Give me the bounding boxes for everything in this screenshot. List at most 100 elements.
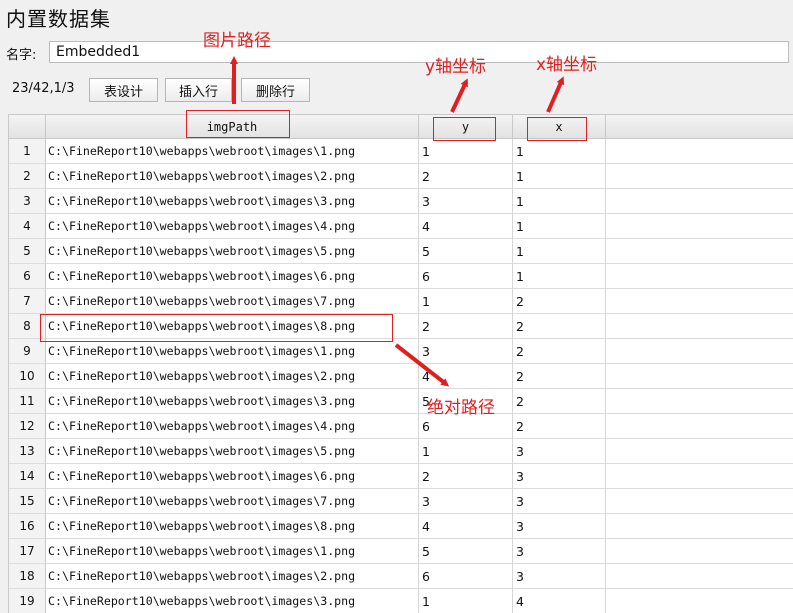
table-row[interactable]: 13 C:\FineReport10\webapps\webroot\images… [9, 439, 793, 464]
cell-imgpath[interactable]: C:\FineReport10\webapps\webroot\images\3… [46, 389, 419, 414]
cell-x[interactable]: 2 [513, 339, 606, 364]
row-number: 17 [9, 539, 46, 564]
cell-y[interactable]: 2 [419, 314, 513, 339]
table-row[interactable]: 10 C:\FineReport10\webapps\webroot\images… [9, 364, 793, 389]
cell-y[interactable]: 2 [419, 464, 513, 489]
table-row[interactable]: 18 C:\FineReport10\webapps\webroot\images… [9, 564, 793, 589]
insert-row-button[interactable]: 插入行 [165, 78, 232, 102]
table-row[interactable]: 2 C:\FineReport10\webapps\webroot\images\… [9, 164, 793, 189]
cell-x[interactable]: 3 [513, 439, 606, 464]
cell-x[interactable]: 3 [513, 489, 606, 514]
row-number: 6 [9, 264, 46, 289]
cell-imgpath[interactable]: C:\FineReport10\webapps\webroot\images\3… [46, 589, 419, 613]
cell-x[interactable]: 3 [513, 514, 606, 539]
cell-y[interactable]: 4 [419, 514, 513, 539]
row-number: 4 [9, 214, 46, 239]
cell-imgpath[interactable]: C:\FineReport10\webapps\webroot\images\6… [46, 464, 419, 489]
empty-cell [606, 539, 793, 564]
table-row[interactable]: 15 C:\FineReport10\webapps\webroot\images… [9, 489, 793, 514]
cell-x[interactable]: 2 [513, 289, 606, 314]
table-row[interactable]: 12 C:\FineReport10\webapps\webroot\images… [9, 414, 793, 439]
column-header-imgpath[interactable]: imgPath [46, 115, 419, 139]
table-row[interactable]: 14 C:\FineReport10\webapps\webroot\images… [9, 464, 793, 489]
cell-x[interactable]: 1 [513, 264, 606, 289]
cell-x[interactable]: 3 [513, 464, 606, 489]
table-row[interactable]: 11 C:\FineReport10\webapps\webroot\images… [9, 389, 793, 414]
cell-imgpath[interactable]: C:\FineReport10\webapps\webroot\images\1… [46, 339, 419, 364]
empty-cell [606, 339, 793, 364]
table-row[interactable]: 5 C:\FineReport10\webapps\webroot\images\… [9, 239, 793, 264]
delete-row-button[interactable]: 删除行 [241, 78, 310, 102]
cell-x[interactable]: 2 [513, 314, 606, 339]
table-row[interactable]: 3 C:\FineReport10\webapps\webroot\images\… [9, 189, 793, 214]
cell-y[interactable]: 5 [419, 539, 513, 564]
table-row[interactable]: 7 C:\FineReport10\webapps\webroot\images\… [9, 289, 793, 314]
empty-cell [606, 564, 793, 589]
table-row[interactable]: 8 C:\FineReport10\webapps\webroot\images\… [9, 314, 793, 339]
cell-y[interactable]: 3 [419, 339, 513, 364]
cell-imgpath[interactable]: C:\FineReport10\webapps\webroot\images\8… [46, 314, 419, 339]
row-number: 15 [9, 489, 46, 514]
cell-x[interactable]: 4 [513, 589, 606, 613]
table-row[interactable]: 9 C:\FineReport10\webapps\webroot\images\… [9, 339, 793, 364]
cell-x[interactable]: 1 [513, 189, 606, 214]
cell-y[interactable]: 1 [419, 439, 513, 464]
cell-imgpath[interactable]: C:\FineReport10\webapps\webroot\images\2… [46, 164, 419, 189]
table-row[interactable]: 17 C:\FineReport10\webapps\webroot\images… [9, 539, 793, 564]
cell-x[interactable]: 1 [513, 139, 606, 164]
empty-header [606, 115, 793, 139]
cell-imgpath[interactable]: C:\FineReport10\webapps\webroot\images\1… [46, 539, 419, 564]
name-input[interactable] [49, 41, 789, 63]
cell-y[interactable]: 6 [419, 264, 513, 289]
table-row[interactable]: 6 C:\FineReport10\webapps\webroot\images\… [9, 264, 793, 289]
cell-y[interactable]: 6 [419, 564, 513, 589]
cell-x[interactable]: 1 [513, 214, 606, 239]
cell-y[interactable]: 3 [419, 489, 513, 514]
cell-x[interactable]: 2 [513, 389, 606, 414]
table-row[interactable]: 4 C:\FineReport10\webapps\webroot\images\… [9, 214, 793, 239]
cell-imgpath[interactable]: C:\FineReport10\webapps\webroot\images\2… [46, 364, 419, 389]
cell-x[interactable]: 2 [513, 364, 606, 389]
cell-imgpath[interactable]: C:\FineReport10\webapps\webroot\images\5… [46, 439, 419, 464]
empty-cell [606, 214, 793, 239]
empty-cell [606, 389, 793, 414]
cell-x[interactable]: 2 [513, 414, 606, 439]
cell-x[interactable]: 1 [513, 164, 606, 189]
cell-x[interactable]: 3 [513, 539, 606, 564]
cell-y[interactable]: 1 [419, 589, 513, 613]
table-row[interactable]: 1 C:\FineReport10\webapps\webroot\images\… [9, 139, 793, 164]
arrow-to-x [546, 76, 565, 113]
empty-cell [606, 189, 793, 214]
empty-cell [606, 139, 793, 164]
table-row[interactable]: 16 C:\FineReport10\webapps\webroot\images… [9, 514, 793, 539]
cell-x[interactable]: 1 [513, 239, 606, 264]
cell-imgpath[interactable]: C:\FineReport10\webapps\webroot\images\4… [46, 414, 419, 439]
table-design-button[interactable]: 表设计 [89, 78, 158, 102]
cell-imgpath[interactable]: C:\FineReport10\webapps\webroot\images\7… [46, 489, 419, 514]
column-header-y[interactable]: y [419, 115, 513, 139]
cell-y[interactable]: 1 [419, 289, 513, 314]
arrow-to-y [450, 78, 468, 113]
cell-imgpath[interactable]: C:\FineReport10\webapps\webroot\images\2… [46, 564, 419, 589]
row-number: 12 [9, 414, 46, 439]
cell-x[interactable]: 3 [513, 564, 606, 589]
row-number: 5 [9, 239, 46, 264]
row-number: 14 [9, 464, 46, 489]
row-number: 10 [9, 364, 46, 389]
cell-imgpath[interactable]: C:\FineReport10\webapps\webroot\images\1… [46, 139, 419, 164]
cell-y[interactable]: 3 [419, 189, 513, 214]
cell-imgpath[interactable]: C:\FineReport10\webapps\webroot\images\3… [46, 189, 419, 214]
cell-y[interactable]: 5 [419, 239, 513, 264]
cell-imgpath[interactable]: C:\FineReport10\webapps\webroot\images\7… [46, 289, 419, 314]
cell-y[interactable]: 4 [419, 214, 513, 239]
cell-y[interactable]: 2 [419, 164, 513, 189]
cell-imgpath[interactable]: C:\FineReport10\webapps\webroot\images\8… [46, 514, 419, 539]
cell-y[interactable]: 1 [419, 139, 513, 164]
cell-y[interactable]: 4 [419, 364, 513, 389]
table-row[interactable]: 19 C:\FineReport10\webapps\webroot\images… [9, 589, 793, 613]
annotation-absolute-path: 绝对路径 [427, 398, 495, 418]
cell-imgpath[interactable]: C:\FineReport10\webapps\webroot\images\4… [46, 214, 419, 239]
column-header-x[interactable]: x [513, 115, 606, 139]
cell-imgpath[interactable]: C:\FineReport10\webapps\webroot\images\5… [46, 239, 419, 264]
cell-imgpath[interactable]: C:\FineReport10\webapps\webroot\images\6… [46, 264, 419, 289]
